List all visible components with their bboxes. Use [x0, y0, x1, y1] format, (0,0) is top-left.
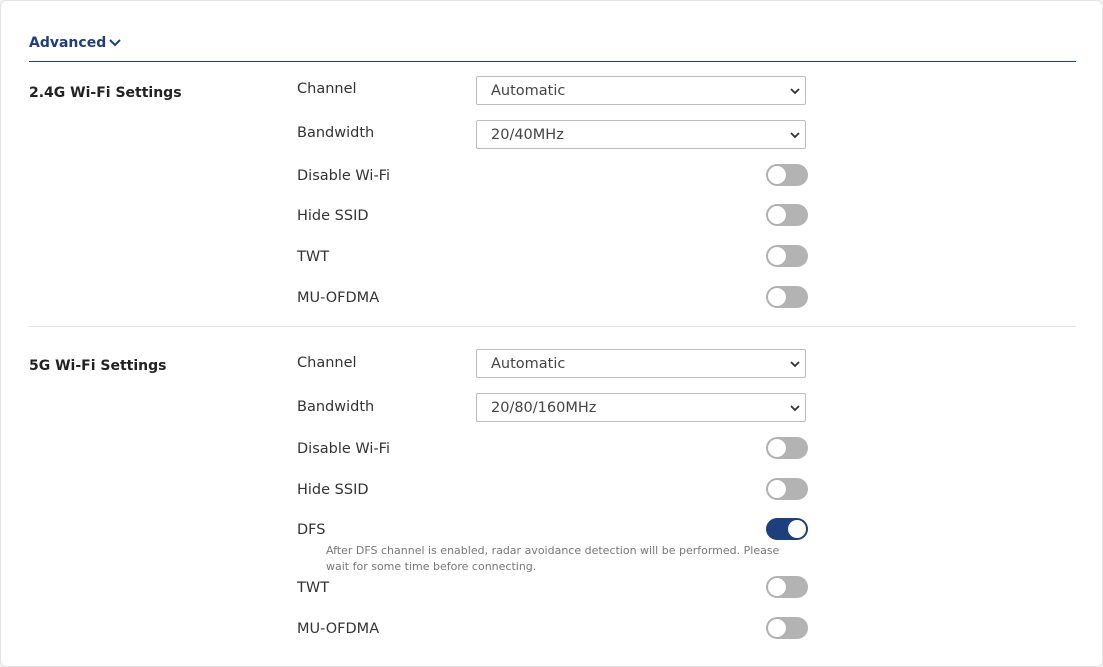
- toggle-knob: [788, 520, 806, 538]
- twt-label-24g: TWT: [297, 249, 330, 265]
- chevron-down-icon: [109, 39, 121, 47]
- toggle-knob: [768, 480, 786, 498]
- chevron-down-icon: [790, 88, 800, 95]
- toggle-knob: [768, 619, 786, 637]
- chevron-down-icon: [790, 405, 800, 412]
- dfs-note: After DFS channel is enabled, radar avoi…: [326, 544, 780, 573]
- disable-wifi-label-24g: Disable Wi-Fi: [297, 168, 390, 184]
- bandwidth-label-5g: Bandwidth: [297, 399, 375, 415]
- bandwidth-value-24g: 20/40MHz: [491, 127, 564, 143]
- channel-value-5g: Automatic: [491, 356, 566, 372]
- mu-ofdma-toggle-24g[interactable]: [766, 286, 808, 308]
- toggle-knob: [768, 247, 786, 265]
- twt-label-5g: TWT: [297, 580, 330, 596]
- toggle-knob: [768, 439, 786, 457]
- disable-wifi-toggle-5g[interactable]: [766, 437, 808, 459]
- disable-wifi-label-5g: Disable Wi-Fi: [297, 441, 390, 457]
- bandwidth-label-24g: Bandwidth: [297, 125, 375, 141]
- section-divider: [29, 326, 1076, 327]
- advanced-collapse-toggle[interactable]: Advanced: [29, 35, 122, 51]
- channel-value-24g: Automatic: [491, 83, 566, 99]
- toggle-knob: [768, 288, 786, 306]
- advanced-label: Advanced: [29, 35, 107, 51]
- bandwidth-value-5g: 20/80/160MHz: [491, 400, 597, 416]
- twt-toggle-24g[interactable]: [766, 245, 808, 267]
- toggle-knob: [768, 166, 786, 184]
- disable-wifi-toggle-24g[interactable]: [766, 164, 808, 186]
- channel-label-5g: Channel: [297, 355, 357, 371]
- channel-label-24g: Channel: [297, 81, 357, 97]
- mu-ofdma-label-5g: MU-OFDMA: [297, 621, 380, 637]
- twt-toggle-5g[interactable]: [766, 576, 808, 598]
- toggle-knob: [768, 206, 786, 224]
- hide-ssid-label-5g: Hide SSID: [297, 482, 369, 498]
- mu-ofdma-toggle-5g[interactable]: [766, 617, 808, 639]
- chevron-down-icon: [790, 132, 800, 139]
- hide-ssid-label-24g: Hide SSID: [297, 208, 369, 224]
- dfs-toggle-5g[interactable]: [766, 518, 808, 540]
- chevron-down-icon: [790, 361, 800, 368]
- hide-ssid-toggle-24g[interactable]: [766, 204, 808, 226]
- bandwidth-select-5g[interactable]: 20/80/160MHz: [476, 393, 806, 422]
- section-title-24g: 2.4G Wi-Fi Settings: [29, 85, 182, 101]
- advanced-divider: [29, 61, 1076, 62]
- dfs-label-5g: DFS: [297, 522, 326, 538]
- channel-select-5g[interactable]: Automatic: [476, 349, 806, 378]
- hide-ssid-toggle-5g[interactable]: [766, 478, 808, 500]
- channel-select-24g[interactable]: Automatic: [476, 76, 806, 105]
- section-title-5g: 5G Wi-Fi Settings: [29, 358, 167, 374]
- bandwidth-select-24g[interactable]: 20/40MHz: [476, 120, 806, 149]
- advanced-settings-card: Advanced 2.4G Wi-Fi Settings Channel Aut…: [0, 0, 1103, 667]
- mu-ofdma-label-24g: MU-OFDMA: [297, 290, 380, 306]
- toggle-knob: [768, 578, 786, 596]
